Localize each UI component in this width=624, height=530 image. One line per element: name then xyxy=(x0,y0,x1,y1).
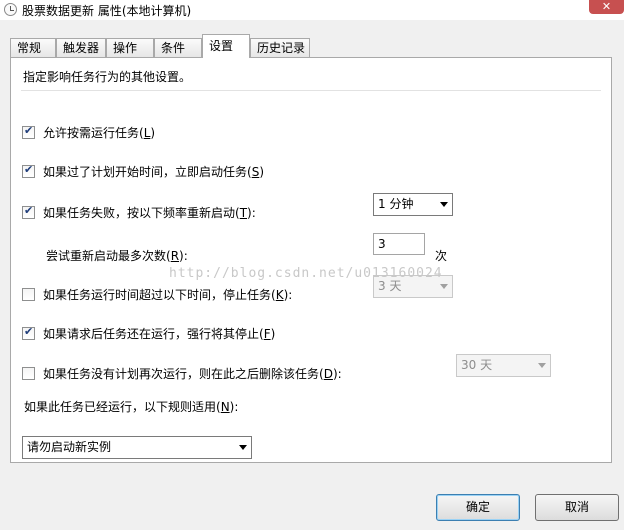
delete-if-not-scheduled-label: 如果任务没有计划再次运行，则在此之后删除该任务(D): xyxy=(43,367,342,381)
restart-on-fail-label: 如果任务失败，按以下频率重新启动(T): xyxy=(43,206,256,220)
restart-interval-select[interactable]: 1 分钟 xyxy=(373,193,453,216)
run-if-missed-option[interactable]: 如果过了计划开始时间，立即启动任务(S) xyxy=(22,163,264,180)
delete-if-not-scheduled-option[interactable]: 如果任务没有计划再次运行，则在此之后删除该任务(D): xyxy=(22,365,342,382)
restart-on-fail-checkbox[interactable] xyxy=(22,204,35,219)
retry-unit-label: 次 xyxy=(435,249,448,263)
tab-settings[interactable]: 设置 xyxy=(202,34,250,58)
tab-triggers[interactable]: 触发器 xyxy=(56,38,106,57)
watermark: http://blog.csdn.net/u013160024 xyxy=(169,266,443,281)
delete-after-value: 30 天 xyxy=(461,358,493,372)
tab-conditions[interactable]: 条件 xyxy=(154,38,202,57)
allow-on-demand-label: 允许按需运行任务(L) xyxy=(43,126,156,140)
delete-after-select[interactable]: 30 天 xyxy=(456,354,551,377)
already-running-rule-select[interactable]: 请勿启动新实例 xyxy=(22,436,252,459)
chevron-down-icon xyxy=(440,284,448,289)
run-if-missed-label: 如果过了计划开始时间，立即启动任务(S) xyxy=(43,165,264,179)
chevron-down-icon xyxy=(538,363,546,368)
retry-count-input[interactable]: 3 xyxy=(373,233,425,255)
ok-button[interactable]: 确定 xyxy=(436,494,520,521)
stop-duration-value: 3 天 xyxy=(378,279,402,293)
run-if-missed-checkbox[interactable] xyxy=(22,163,35,178)
chevron-down-icon xyxy=(239,445,247,450)
allow-on-demand-checkbox[interactable] xyxy=(22,124,35,139)
delete-if-not-scheduled-checkbox[interactable] xyxy=(22,367,35,380)
window-title: 股票数据更新 属性(本地计算机) xyxy=(22,4,192,18)
settings-description: 指定影响任务行为的其他设置。 xyxy=(23,70,192,84)
stop-if-longer-checkbox[interactable] xyxy=(22,288,35,301)
cancel-button[interactable]: 取消 xyxy=(535,494,619,521)
task-clock-icon xyxy=(4,3,17,16)
force-stop-label: 如果请求后任务还在运行，强行将其停止(F) xyxy=(43,327,276,341)
retry-count-label: 尝试重新启动最多次数(R): xyxy=(46,249,188,263)
stop-if-longer-option[interactable]: 如果任务运行时间超过以下时间，停止任务(K): xyxy=(22,286,292,303)
title-bar: 股票数据更新 属性(本地计算机) ✕ xyxy=(0,0,624,20)
restart-interval-value: 1 分钟 xyxy=(378,197,414,211)
close-button[interactable]: ✕ xyxy=(589,0,624,14)
tab-general[interactable]: 常规 xyxy=(10,38,56,57)
tab-history[interactable]: 历史记录 xyxy=(250,38,310,57)
chevron-down-icon xyxy=(440,202,448,207)
tab-actions[interactable]: 操作 xyxy=(106,38,154,57)
allow-on-demand-option[interactable]: 允许按需运行任务(L) xyxy=(22,124,155,141)
settings-panel: 指定影响任务行为的其他设置。 允许按需运行任务(L) 如果过了计划开始时间，立即… xyxy=(10,57,612,463)
force-stop-option[interactable]: 如果请求后任务还在运行，强行将其停止(F) xyxy=(22,325,275,342)
force-stop-checkbox[interactable] xyxy=(22,325,35,340)
divider xyxy=(21,90,601,91)
stop-if-longer-label: 如果任务运行时间超过以下时间，停止任务(K): xyxy=(43,288,293,302)
restart-on-fail-option[interactable]: 如果任务失败，按以下频率重新启动(T): xyxy=(22,204,256,221)
already-running-label: 如果此任务已经运行，以下规则适用(N): xyxy=(24,400,239,414)
already-running-rule-value: 请勿启动新实例 xyxy=(27,440,112,454)
